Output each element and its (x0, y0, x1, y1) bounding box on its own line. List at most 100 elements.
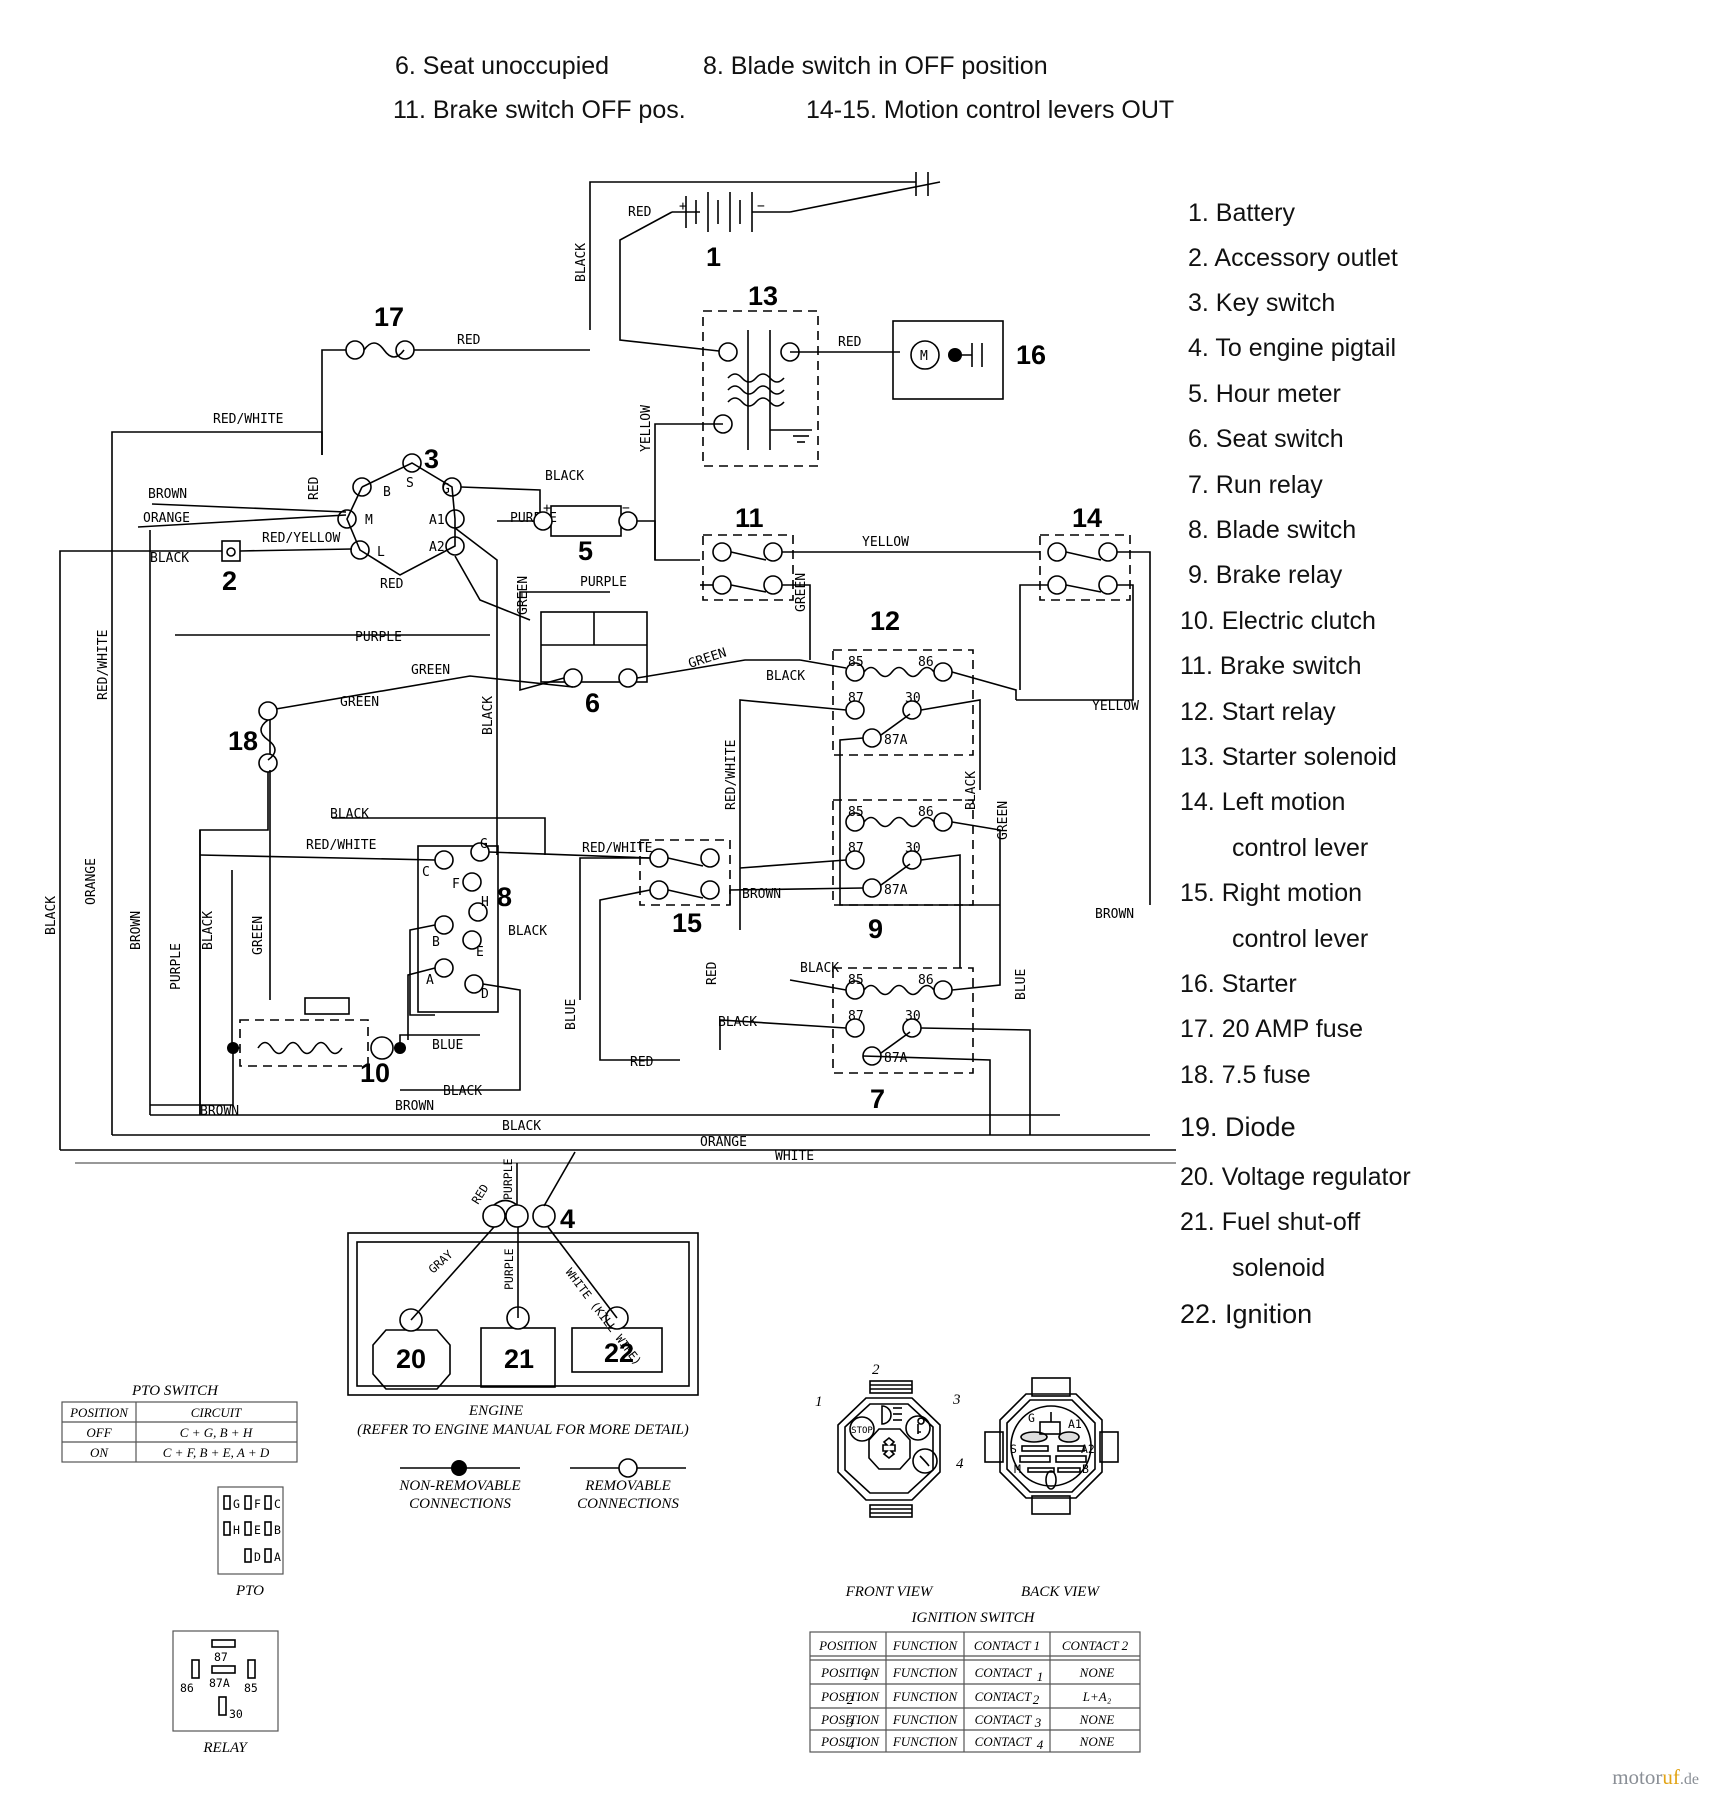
svg-text:S: S (406, 476, 414, 491)
ign-r2-contact1: CONTACT (975, 1689, 1033, 1704)
callout-4: 4 (560, 1204, 575, 1234)
label-redwhite-lever15: RED/WHITE (582, 841, 652, 856)
svg-text:F: F (452, 877, 460, 892)
label-black-relay12b: BLACK (964, 771, 979, 810)
non-removable-line2: CONNECTIONS (409, 1496, 511, 1512)
back-term-m: M (1014, 1462, 1021, 1476)
ign-th-contact2: CONTACT 2 (1062, 1638, 1129, 1653)
label-green-relay12: GREEN (996, 801, 1011, 840)
component-seat-switch: 6 PURPLE GREEN GREEN GREEN (269, 575, 800, 770)
callout-12: 12 (870, 606, 900, 636)
label-black-key2: BLACK (481, 696, 496, 735)
relaybox-pin-87: 87 (214, 1650, 228, 1664)
wiring-diagram-page: 6. Seat unoccupied 8. Blade switch in OF… (0, 0, 1713, 1800)
back-term-a1: A1 (1068, 1417, 1082, 1431)
label-redwhite-key: RED/WHITE (213, 412, 283, 427)
label-yellow-brake: YELLOW (862, 535, 909, 550)
ignition-back-view: G A1 S A2 M B BACK VIEW (984, 1377, 1119, 1600)
ign-r1-c1num: 1 (1037, 1669, 1044, 1684)
front-pos-2: 2 (872, 1362, 880, 1378)
component-brake-switch: 11 YELLOW GREEN (700, 503, 1040, 660)
relay9-30: 30 (905, 841, 921, 856)
svg-text:B: B (383, 485, 391, 500)
component-hour-meter: + − PURPLE 5 (497, 501, 656, 566)
label-black-hm: BLACK (545, 469, 584, 484)
label-black-bus: BLACK (44, 896, 59, 935)
relay-box-label: RELAY (202, 1740, 248, 1756)
callout-14: 14 (1072, 503, 1102, 533)
ign-r3-function: FUNCTION (892, 1712, 959, 1727)
svg-text:A1: A1 (429, 513, 445, 528)
pto-row-off-circ: C + G, B + H (180, 1425, 253, 1440)
label-white-bottom: WHITE (775, 1149, 814, 1164)
component-engine-pigtail: 4 RED PURPLE (469, 1151, 576, 1234)
ign-r1-contact1: CONTACT (975, 1665, 1033, 1680)
relay12-85: 85 (848, 655, 864, 670)
engine-box-subtitle: (REFER TO ENGINE MANUAL FOR MORE DETAIL) (357, 1422, 689, 1438)
svg-text:A: A (426, 973, 434, 988)
relay9-87: 87 (848, 841, 864, 856)
component-left-motion-lever: 14 YELLOW BROWN (1016, 503, 1151, 922)
label-orange-bottom: ORANGE (700, 1135, 747, 1150)
front-pos-3: 3 (952, 1392, 961, 1408)
component-accessory-outlet: 2 BLACK BLACK (44, 540, 241, 1150)
component-key-switch: 3 S G B M L A1 A2 RED RED RED/WHITE BROW… (111, 412, 584, 855)
label-red-keyswitch: RED (307, 476, 322, 500)
label-redwhite-bus: RED/WHITE (96, 630, 111, 700)
svg-text:+: + (679, 199, 687, 214)
ign-r2-function: FUNCTION (892, 1689, 959, 1704)
label-green-seat3: GREEN (340, 695, 379, 710)
ign-r2-c1num: 2 (1033, 1692, 1040, 1707)
callout-10: 10 (360, 1058, 390, 1088)
callout-8: 8 (497, 882, 512, 912)
label-red-keyswitch2: RED (380, 577, 404, 592)
ign-r1-contact2: NONE (1079, 1665, 1115, 1680)
label-red-bottom: RED (630, 1055, 654, 1070)
ignition-front-view: STOP FRONT VIEW 1 2 3 4 (815, 1362, 964, 1600)
pto-pin-c: C (274, 1497, 281, 1511)
relay-pinout-box: 87 86 87A 85 30 RELAY (172, 1630, 279, 1756)
watermark-motor: motor (1612, 1765, 1663, 1789)
svg-text:M: M (365, 513, 373, 528)
label-black-mid: BLACK (330, 807, 369, 822)
label-redyellow-key: RED/YELLOW (262, 531, 340, 546)
watermark-uf: uf (1662, 1765, 1680, 1789)
relaybox-pin-30: 30 (229, 1707, 243, 1721)
label-red-starter: RED (838, 335, 862, 350)
label-redwhite-blade: RED/WHITE (306, 838, 376, 853)
label-black-bottom: BLACK (502, 1119, 541, 1134)
relay7-30: 30 (905, 1009, 921, 1024)
svg-text:L: L (377, 545, 385, 560)
label-brown-lever: BROWN (1095, 907, 1134, 922)
pto-th-circuit: CIRCUIT (191, 1405, 242, 1420)
pto-row-on-pos: ON (90, 1445, 109, 1460)
label-brown-bottom: BROWN (395, 1099, 434, 1114)
svg-text:M: M (920, 349, 928, 364)
label-blue-relay7: BLUE (1014, 969, 1029, 1000)
callout-3: 3 (424, 444, 439, 474)
ign-th-position: POSITION (818, 1638, 878, 1653)
label-green-brake: GREEN (794, 573, 809, 612)
label-black-blade2: BLACK (443, 1084, 482, 1099)
relay7-87a: 87A (884, 1051, 908, 1066)
svg-text:C: C (422, 865, 430, 880)
label-black-relay12: BLACK (766, 669, 805, 684)
ign-r1-num: 1 (863, 1668, 870, 1683)
svg-text:H: H (481, 895, 489, 910)
svg-text:D: D (481, 987, 489, 1002)
callout-16: 16 (1016, 340, 1046, 370)
ign-r4-contact1: CONTACT (975, 1734, 1033, 1749)
callout-21: 21 (504, 1344, 534, 1374)
component-engine-box: 20 GRAY 21 PURPLE 22 WHITE (KILL WIRE) E… (347, 1226, 699, 1438)
ign-table-title: IGNITION SWITCH (911, 1610, 1036, 1626)
label-green-seat2: GREEN (411, 663, 450, 678)
label-black-battery: BLACK (574, 243, 589, 282)
label-blue-lever15: BLUE (564, 999, 579, 1030)
label-red-pigtail: RED (469, 1181, 492, 1206)
ign-r3-num: 3 (846, 1715, 854, 1730)
label-red-battery: RED (628, 205, 652, 220)
component-blade-switch: C G F B H E A D 8 RED/WHITE BLACK BLUE B… (199, 837, 651, 1099)
label-red-fuse17: RED (457, 333, 481, 348)
svg-text:E: E (476, 945, 484, 960)
label-black-acc: BLACK (150, 551, 189, 566)
